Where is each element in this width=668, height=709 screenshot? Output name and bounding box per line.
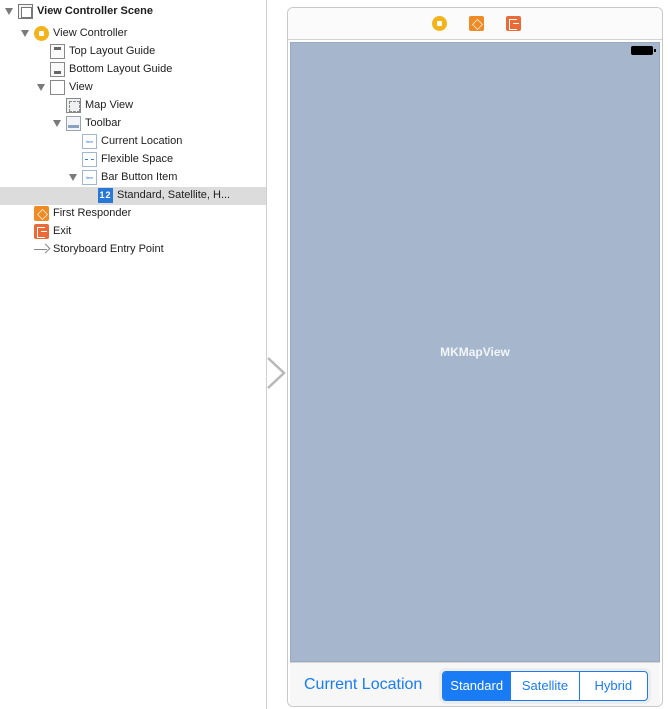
outline-label: Bar Button Item	[101, 171, 178, 183]
map-type-segmented-control[interactable]: Standard Satellite Hybrid	[442, 671, 648, 701]
disclosure-triangle-icon[interactable]	[53, 120, 61, 127]
outline-label: Storyboard Entry Point	[53, 243, 164, 255]
outline-label: View Controller	[53, 27, 128, 39]
outline-row-flexible-space[interactable]: Flexible Space	[0, 151, 266, 169]
segment-satellite[interactable]: Satellite	[511, 672, 580, 700]
outline-label: Top Layout Guide	[69, 45, 156, 57]
exit-icon	[34, 224, 49, 239]
segment-hybrid[interactable]: Hybrid	[580, 672, 647, 700]
storyboard-entry-arrow-icon[interactable]	[266, 356, 288, 390]
scene-icon	[18, 4, 33, 19]
flexible-space-icon	[82, 152, 97, 167]
map-view-icon	[66, 98, 81, 113]
outline-row-top-layout-guide[interactable]: Top Layout Guide	[0, 43, 266, 61]
outline-row-current-location[interactable]: Item Current Location	[0, 133, 266, 151]
outline-label: Current Location	[101, 135, 183, 147]
disclosure-triangle-icon[interactable]	[69, 174, 77, 181]
disclosure-triangle-icon[interactable]	[5, 8, 13, 15]
exit-icon[interactable]	[506, 16, 521, 31]
outline-row-map-view[interactable]: Map View	[0, 97, 266, 115]
document-outline: View Controller Scene View Controller To…	[0, 0, 266, 709]
toolbar-icon	[66, 116, 81, 131]
toolbar[interactable]: Current Location Standard Satellite Hybr…	[290, 662, 660, 706]
segmented-control-icon: 12	[98, 188, 113, 203]
outline-label: View Controller Scene	[37, 5, 153, 17]
battery-icon	[631, 46, 656, 55]
outline-row-view-controller-scene[interactable]: View Controller Scene	[0, 3, 266, 21]
top-layout-guide-icon	[50, 44, 65, 59]
outline-row-bottom-layout-guide[interactable]: Bottom Layout Guide	[0, 61, 266, 79]
disclosure-triangle-icon[interactable]	[37, 84, 45, 91]
segment-standard[interactable]: Standard	[443, 672, 512, 700]
current-location-button[interactable]: Current Location	[304, 676, 422, 694]
outline-row-bar-button-item[interactable]: Item Bar Button Item	[0, 169, 266, 187]
entry-arrow-icon	[34, 242, 49, 257]
bar-item-icon: Item	[82, 134, 97, 149]
outline-label: Toolbar	[85, 117, 122, 129]
view-controller-icon	[34, 26, 49, 41]
outline-row-exit[interactable]: Exit	[0, 223, 266, 241]
map-view-label: MKMapView	[440, 345, 510, 359]
view-controller-scene[interactable]: MKMapView Current Location Standard Sate…	[287, 7, 663, 707]
first-responder-icon[interactable]	[469, 16, 484, 31]
outline-row-first-responder[interactable]: First Responder	[0, 205, 266, 223]
outline-label: Exit	[53, 225, 72, 237]
outline-label: Bottom Layout Guide	[69, 63, 173, 75]
outline-label: First Responder	[53, 207, 132, 219]
outline-label: Flexible Space	[101, 153, 174, 165]
outline-label: Standard, Satellite, H...	[117, 189, 231, 201]
bottom-layout-guide-icon	[50, 62, 65, 77]
outline-row-storyboard-entry-point[interactable]: Storyboard Entry Point	[0, 241, 266, 259]
view-controller-icon[interactable]	[432, 16, 447, 31]
bar-item-icon: Item	[82, 170, 97, 185]
outline-row-segmented-control[interactable]: 12 Standard, Satellite, H...	[0, 187, 266, 205]
outline-label: Map View	[85, 99, 134, 111]
outline-row-toolbar[interactable]: Toolbar	[0, 115, 266, 133]
outline-label: View	[69, 81, 93, 93]
map-view[interactable]: MKMapView	[290, 42, 660, 662]
scene-dock	[288, 8, 662, 40]
view[interactable]: MKMapView Current Location Standard Sate…	[290, 42, 660, 706]
view-icon	[50, 80, 65, 95]
disclosure-triangle-icon[interactable]	[21, 30, 29, 37]
first-responder-icon	[34, 206, 49, 221]
outline-row-view-controller[interactable]: View Controller	[0, 25, 266, 43]
outline-row-view[interactable]: View	[0, 79, 266, 97]
